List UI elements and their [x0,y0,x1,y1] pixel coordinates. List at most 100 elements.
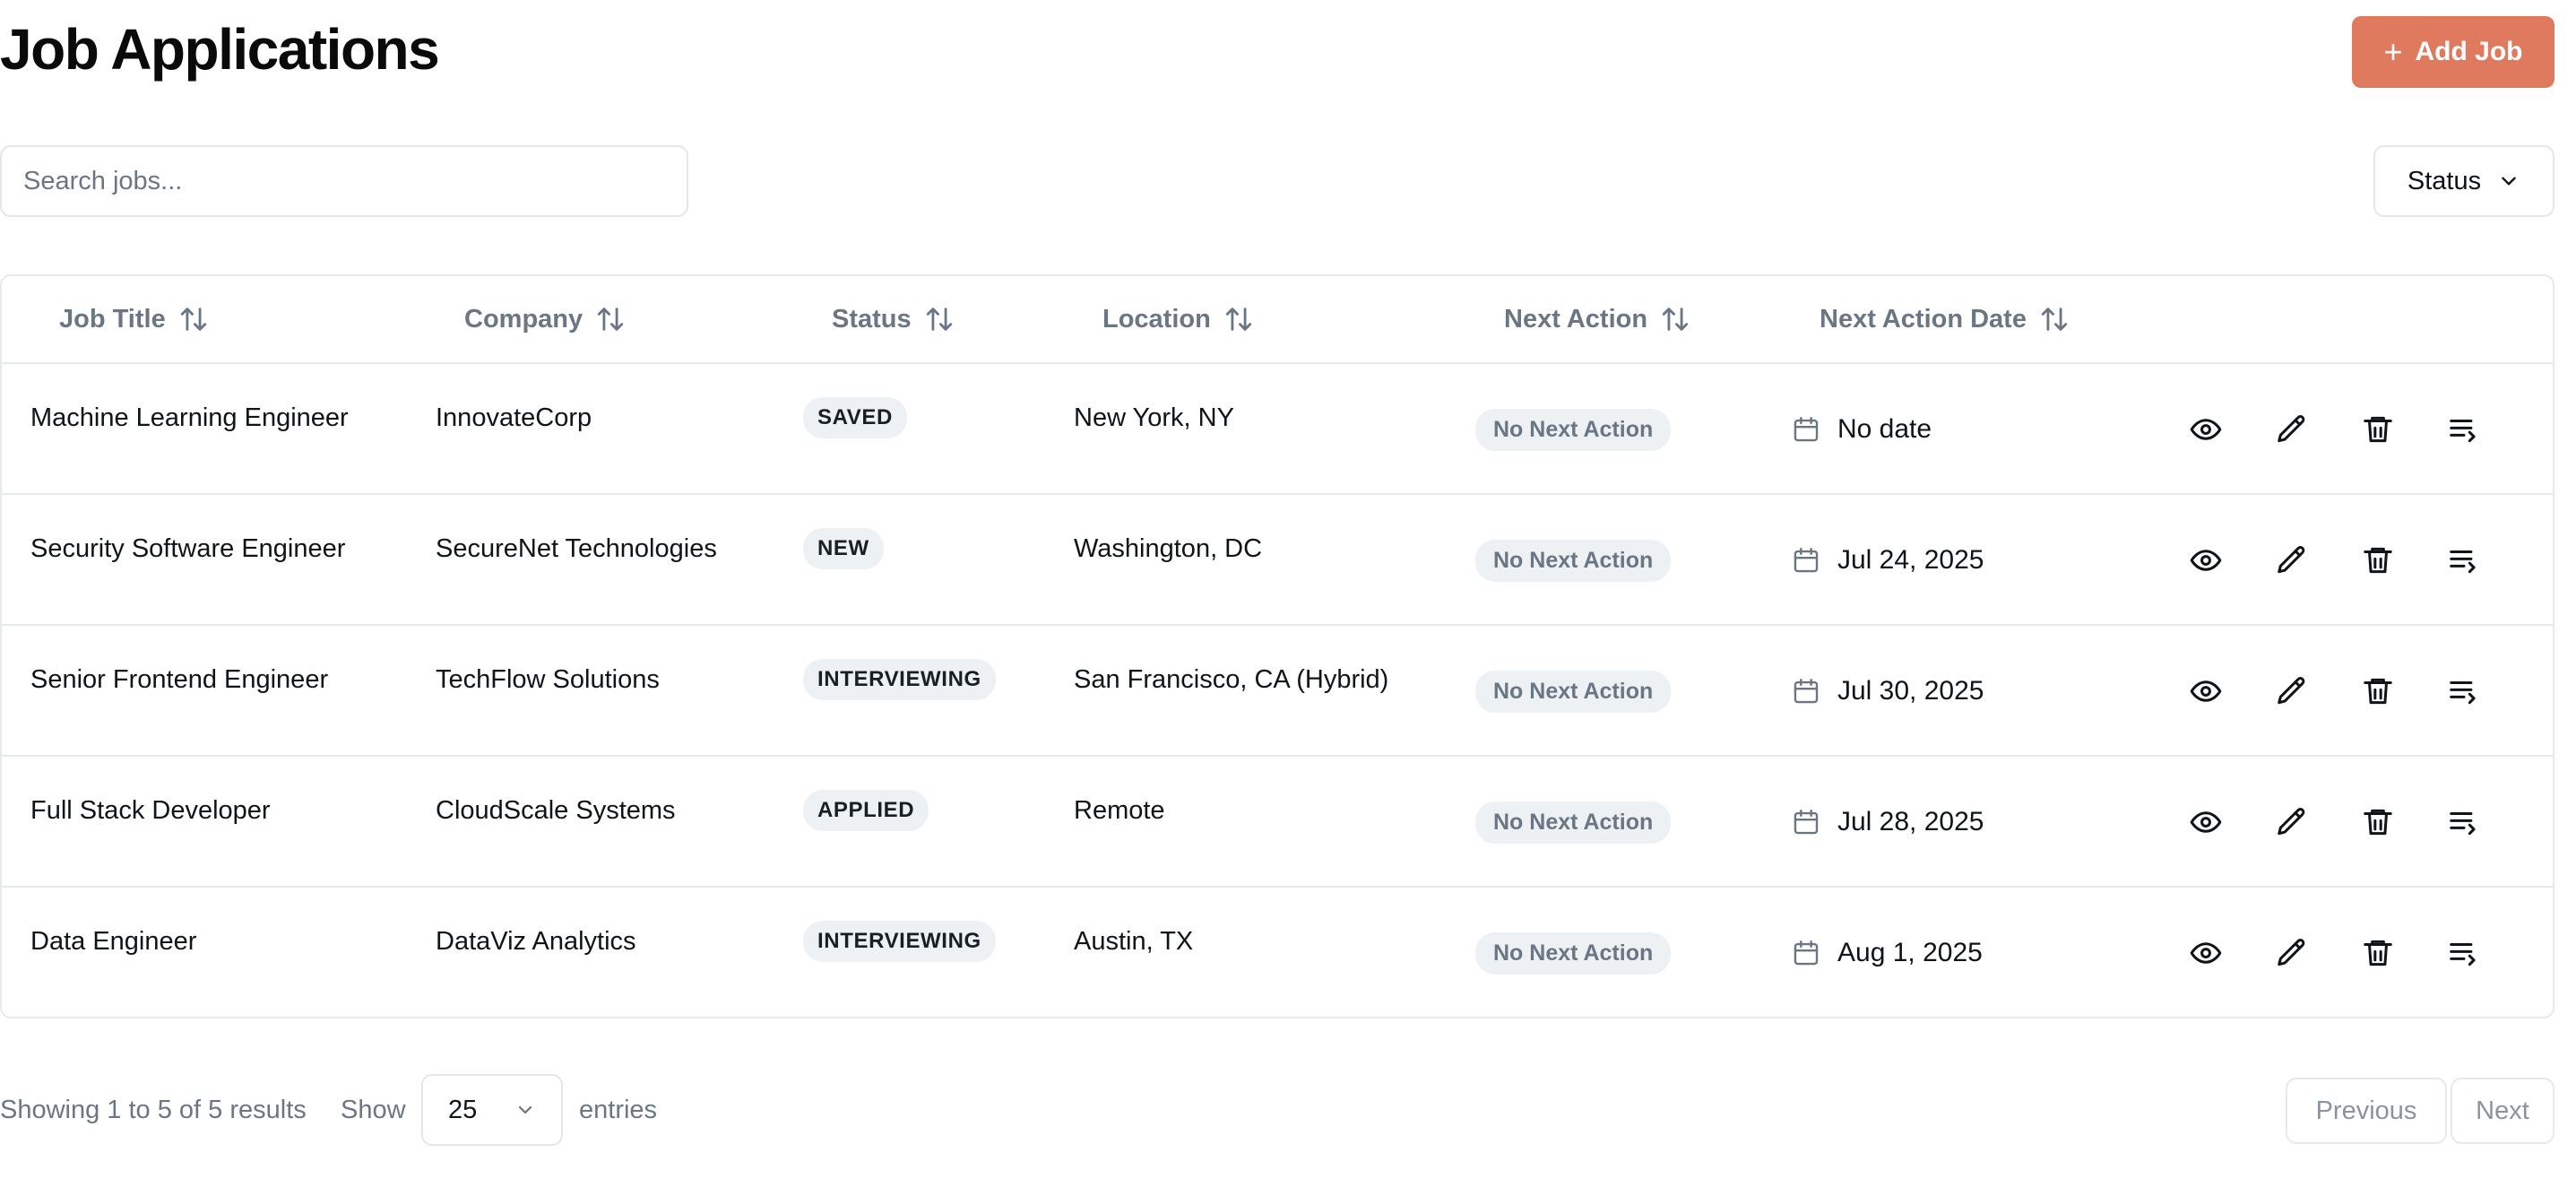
company-cell: TechFlow Solutions [436,664,660,694]
sort-icon [180,308,206,331]
edit-job-button[interactable] [2271,540,2312,581]
job-title-cell: Machine Learning Engineer [30,403,349,432]
view-job-button[interactable] [2185,671,2226,712]
location-cell: New York, NY [1074,403,1234,432]
company-cell: SecureNet Technologies [436,533,717,563]
add-action-button[interactable] [2443,409,2485,450]
page-title: Job Applications [0,17,440,82]
list-add-icon [2450,680,2476,705]
chevron-down-icon [518,1105,532,1114]
list-add-icon [2450,942,2476,966]
calendar-icon [1794,940,1819,966]
calendar-icon [1794,417,1819,442]
column-header-label: Company [464,304,583,334]
edit-job-button[interactable] [2271,671,2312,712]
job-title-cell: Full Stack Developer [30,795,271,825]
plus-icon: + [2383,33,2403,70]
edit-job-button[interactable] [2271,802,2312,843]
trash-icon [2364,678,2392,705]
edit-job-button[interactable] [2271,932,2312,974]
next-page-button[interactable]: Next [2451,1078,2554,1144]
calendar-icon [1794,548,1819,573]
job-applications-page: Job Applications + Add Job Status Job Ti… [0,0,2576,1196]
column-header-label: Next Action Date [1820,304,2027,334]
page-size-value: 25 [448,1095,478,1124]
add-action-button[interactable] [2443,540,2485,581]
view-job-button[interactable] [2185,932,2226,974]
status-filter-label: Status [2407,166,2482,195]
column-header-label: Status [832,304,912,334]
pencil-icon [2278,939,2305,966]
sort-icon [2041,308,2068,331]
trash-icon [2364,416,2392,443]
next-action-date-text: Jul 30, 2025 [1837,676,1984,706]
delete-job-button[interactable] [2357,802,2399,843]
table-row: Machine Learning Engineer InnovateCorp SAV… [2,364,2553,495]
pencil-icon [2278,546,2305,574]
calendar-icon [1794,810,1819,835]
search-input[interactable] [0,145,688,217]
table-header: Job Title Company Status Location Next A… [2,276,2553,364]
next-action-badge: No Next Action [1475,932,1672,975]
jobs-table: Job Title Company Status Location Next A… [0,274,2554,1018]
next-action-date-text: Aug 1, 2025 [1837,938,1983,967]
calendar-icon [1794,679,1819,704]
column-header-job-title[interactable]: Job Title [59,276,209,362]
add-job-button[interactable]: + Add Job [2352,16,2554,88]
job-title-cell: Data Engineer [30,926,197,956]
column-header-label: Next Action [1504,304,1648,334]
view-job-button[interactable] [2185,802,2226,843]
sort-icon [1225,308,1252,331]
table-row: Full Stack Developer CloudScale Systems AP… [2,757,2553,888]
page-size-select[interactable]: 25 [421,1074,563,1146]
column-header-label: Location [1102,304,1211,334]
delete-job-button[interactable] [2357,540,2399,581]
view-job-button[interactable] [2185,540,2226,581]
add-action-button[interactable] [2443,671,2485,712]
delete-job-button[interactable] [2357,671,2399,712]
company-cell: CloudScale Systems [436,795,676,825]
previous-page-button[interactable]: Previous [2286,1078,2447,1144]
status-badge: INTERVIEWING [803,659,996,700]
company-cell: DataViz Analytics [436,926,636,956]
results-summary: Showing 1 to 5 of 5 results [0,1095,307,1124]
eye-icon [2190,680,2222,702]
column-header-company[interactable]: Company [464,276,626,362]
location-cell: Washington, DC [1074,533,1263,563]
column-header-status[interactable]: Status [832,276,955,362]
next-action-badge: No Next Action [1475,801,1672,844]
status-badge: NEW [803,528,884,569]
location-cell: San Francisco, CA (Hybrid) [1074,664,1389,694]
next-action-badge: No Next Action [1475,539,1672,582]
entries-label: entries [579,1095,658,1124]
column-header-next-action[interactable]: Next Action [1504,276,1690,362]
next-action-date-text: No date [1837,414,1932,444]
list-add-icon [2450,550,2476,574]
column-header-next-action-date[interactable]: Next Action Date [1820,276,2070,362]
list-add-icon [2450,811,2476,836]
eye-icon [2190,550,2222,571]
show-label: Show [341,1095,406,1124]
status-badge: INTERVIEWING [803,921,996,962]
view-job-button[interactable] [2185,409,2226,450]
pencil-icon [2278,415,2305,443]
add-job-label: Add Job [2415,37,2523,66]
pencil-icon [2278,677,2305,705]
add-action-button[interactable] [2443,932,2485,974]
delete-job-button[interactable] [2357,409,2399,450]
add-action-button[interactable] [2443,802,2485,843]
trash-icon [2364,809,2392,836]
status-filter-dropdown[interactable]: Status [2373,145,2554,217]
next-action-date-cell: Jul 30, 2025 [1791,626,1984,757]
job-title-cell: Security Software Engineer [30,533,346,563]
table-row: Data Engineer DataViz Analytics INTERVIEWI… [2,888,2553,1017]
eye-icon [2190,942,2222,964]
chevron-down-icon [2502,177,2516,186]
edit-job-button[interactable] [2271,409,2312,450]
column-header-location[interactable]: Location [1102,276,1254,362]
company-cell: InnovateCorp [436,403,592,432]
delete-job-button[interactable] [2357,932,2399,974]
list-add-icon [2450,419,2476,443]
sort-icon [597,308,624,331]
pencil-icon [2278,808,2305,836]
